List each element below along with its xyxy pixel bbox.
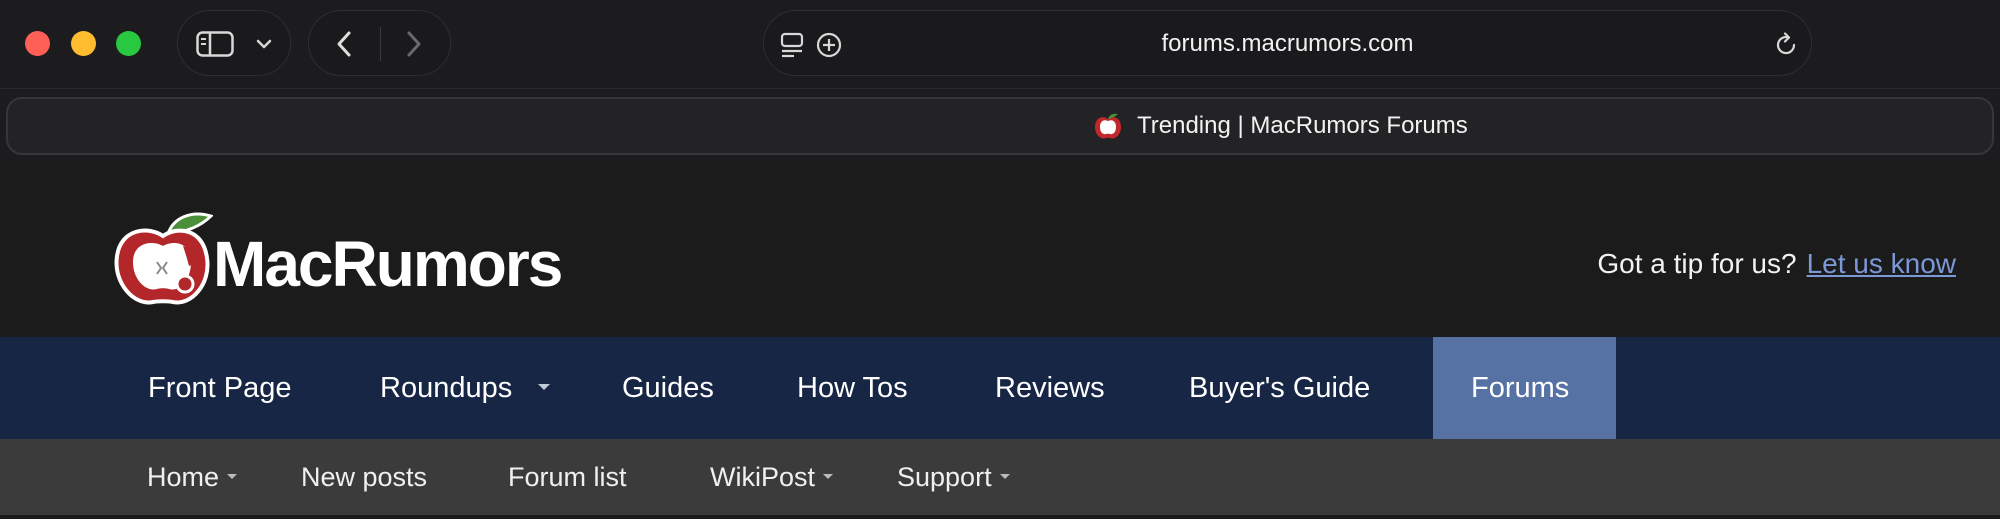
reload-icon[interactable] [1773, 32, 1799, 58]
active-tab[interactable]: Trending | MacRumors Forums [6, 97, 1994, 155]
macrumors-logo-icon[interactable] [113, 206, 213, 306]
nav-item-label: How Tos [797, 372, 908, 404]
sidebar-toggle-group [177, 10, 291, 76]
chevron-down-icon [538, 384, 551, 391]
subnav-forum-list[interactable]: Forum list [508, 439, 627, 515]
nav-item-label: Front Page [148, 372, 292, 404]
chevron-left-icon[interactable] [335, 30, 353, 58]
nav-front-page[interactable]: Front Page [148, 337, 291, 439]
close-window-button[interactable] [25, 31, 50, 56]
address-bar[interactable]: forums.macrumors.com [763, 10, 1812, 76]
nav-item-label: Buyer's Guide [1189, 372, 1371, 404]
subnav-item-label: WikiPost [710, 462, 816, 492]
subnav-support[interactable]: Support [897, 439, 1010, 515]
sub-nav: Home New posts Forum list WikiPost Suppo… [0, 439, 2000, 519]
subnav-wikipost[interactable]: WikiPost [710, 439, 834, 515]
nav-item-label: Forums [1471, 372, 1570, 404]
subnav-item-label: Support [897, 462, 992, 492]
chevron-down-icon [227, 474, 238, 480]
subnav-new-posts[interactable]: New posts [301, 439, 427, 515]
history-nav-group [308, 10, 451, 76]
sidebar-icon[interactable] [196, 31, 234, 57]
tip-prompt: Got a tip for us? Let us know [1597, 248, 1956, 280]
subnav-item-label: Home [147, 462, 220, 492]
nav-item-label: Guides [622, 372, 714, 404]
nav-item-label: Reviews [995, 372, 1105, 404]
tip-text: Got a tip for us? [1597, 248, 1797, 279]
chevron-right-icon[interactable] [405, 30, 423, 58]
zoom-window-button[interactable] [116, 31, 141, 56]
nav-reviews[interactable]: Reviews [995, 337, 1105, 439]
tip-link[interactable]: Let us know [1807, 248, 1956, 279]
main-nav: Front Page Roundups Guides How Tos Revie… [0, 337, 2000, 439]
site-brand-name[interactable]: MacRumors [213, 232, 563, 296]
subnav-item-label: Forum list [508, 462, 627, 492]
minimize-window-button[interactable] [71, 31, 96, 56]
nav-buyers-guide[interactable]: Buyer's Guide [1189, 337, 1370, 439]
tab-title: Trending | MacRumors Forums [1137, 112, 1468, 139]
chevron-down-icon [999, 474, 1010, 480]
browser-toolbar: forums.macrumors.com [0, 0, 2000, 88]
tab-bar: Trending | MacRumors Forums [0, 88, 2000, 160]
subnav-item-label: New posts [301, 462, 428, 492]
subnav-home[interactable]: Home [147, 439, 238, 515]
nav-divider [380, 27, 381, 61]
macrumors-favicon-icon [1095, 113, 1121, 139]
nav-guides[interactable]: Guides [622, 337, 714, 439]
nav-how-tos[interactable]: How Tos [797, 337, 908, 439]
site-header: MacRumors Got a tip for us? Let us know [0, 160, 2000, 337]
url-text: forums.macrumors.com [1161, 30, 1414, 57]
nav-item-label: Roundups [380, 372, 513, 404]
nav-roundups[interactable]: Roundups [380, 337, 551, 439]
chevron-down-icon [823, 474, 834, 480]
chevron-down-icon[interactable] [256, 39, 272, 49]
subnav-bottom-border [0, 515, 2000, 519]
nav-forums[interactable]: Forums [1433, 337, 1616, 439]
